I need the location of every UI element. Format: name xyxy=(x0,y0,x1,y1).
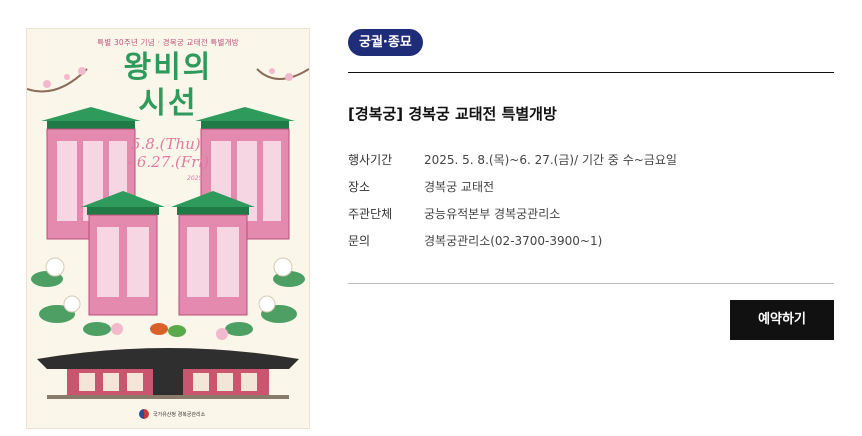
event-poster: 특별 30주년 기념 · 경복궁 교태전 특별개방 왕비의 시선 5.8.(Th… xyxy=(26,28,310,429)
reserve-button[interactable]: 예약하기 xyxy=(730,300,834,340)
poster-title-line2: 시선 xyxy=(138,86,198,121)
detail-key: 문의 xyxy=(348,234,371,248)
detail-row-location: 장소 경복궁 교태전 xyxy=(348,173,828,200)
poster-year: 2025 xyxy=(187,175,203,182)
category-badge: 궁궐·종묘 xyxy=(348,29,423,56)
detail-row-contact: 문의 경복궁관리소(02-3700-3900~1) xyxy=(348,227,828,254)
detail-value: 경복궁관리소(02-3700-3900~1) xyxy=(424,234,603,248)
detail-row-organizer: 주관단체 궁능유적본부 경복궁관리소 xyxy=(348,200,828,227)
bottom-divider xyxy=(348,283,834,284)
poster-title-line1: 왕비의 xyxy=(123,50,213,85)
poster-logo: 국가유산청 경복궁관리소 xyxy=(139,409,205,419)
heritage-logo-icon xyxy=(139,409,149,419)
event-details: 행사기간 2025. 5. 8.(목)~6. 27.(금)/ 기간 중 수~금요… xyxy=(348,146,828,254)
detail-key: 주관단체 xyxy=(348,207,393,221)
poster-top-line: 특별 30주년 기념 · 경복궁 교태전 특별개방 xyxy=(97,38,239,47)
poster-logo-text: 국가유산청 경복궁관리소 xyxy=(153,411,206,418)
event-title: [경복궁] 경복궁 교태전 특별개방 xyxy=(348,105,557,123)
poster-date-end: - 6.27.(Fri) xyxy=(127,153,210,171)
detail-value: 경복궁 교태전 xyxy=(424,180,495,194)
detail-key: 행사기간 xyxy=(348,153,393,167)
poster-date-start: 5.8.(Thu) xyxy=(131,135,201,153)
detail-row-period: 행사기간 2025. 5. 8.(목)~6. 27.(금)/ 기간 중 수~금요… xyxy=(348,146,828,173)
detail-value: 2025. 5. 8.(목)~6. 27.(금)/ 기간 중 수~금요일 xyxy=(424,153,677,167)
detail-value: 궁능유적본부 경복궁관리소 xyxy=(424,207,561,221)
top-divider xyxy=(348,72,834,73)
detail-key: 장소 xyxy=(348,180,371,194)
